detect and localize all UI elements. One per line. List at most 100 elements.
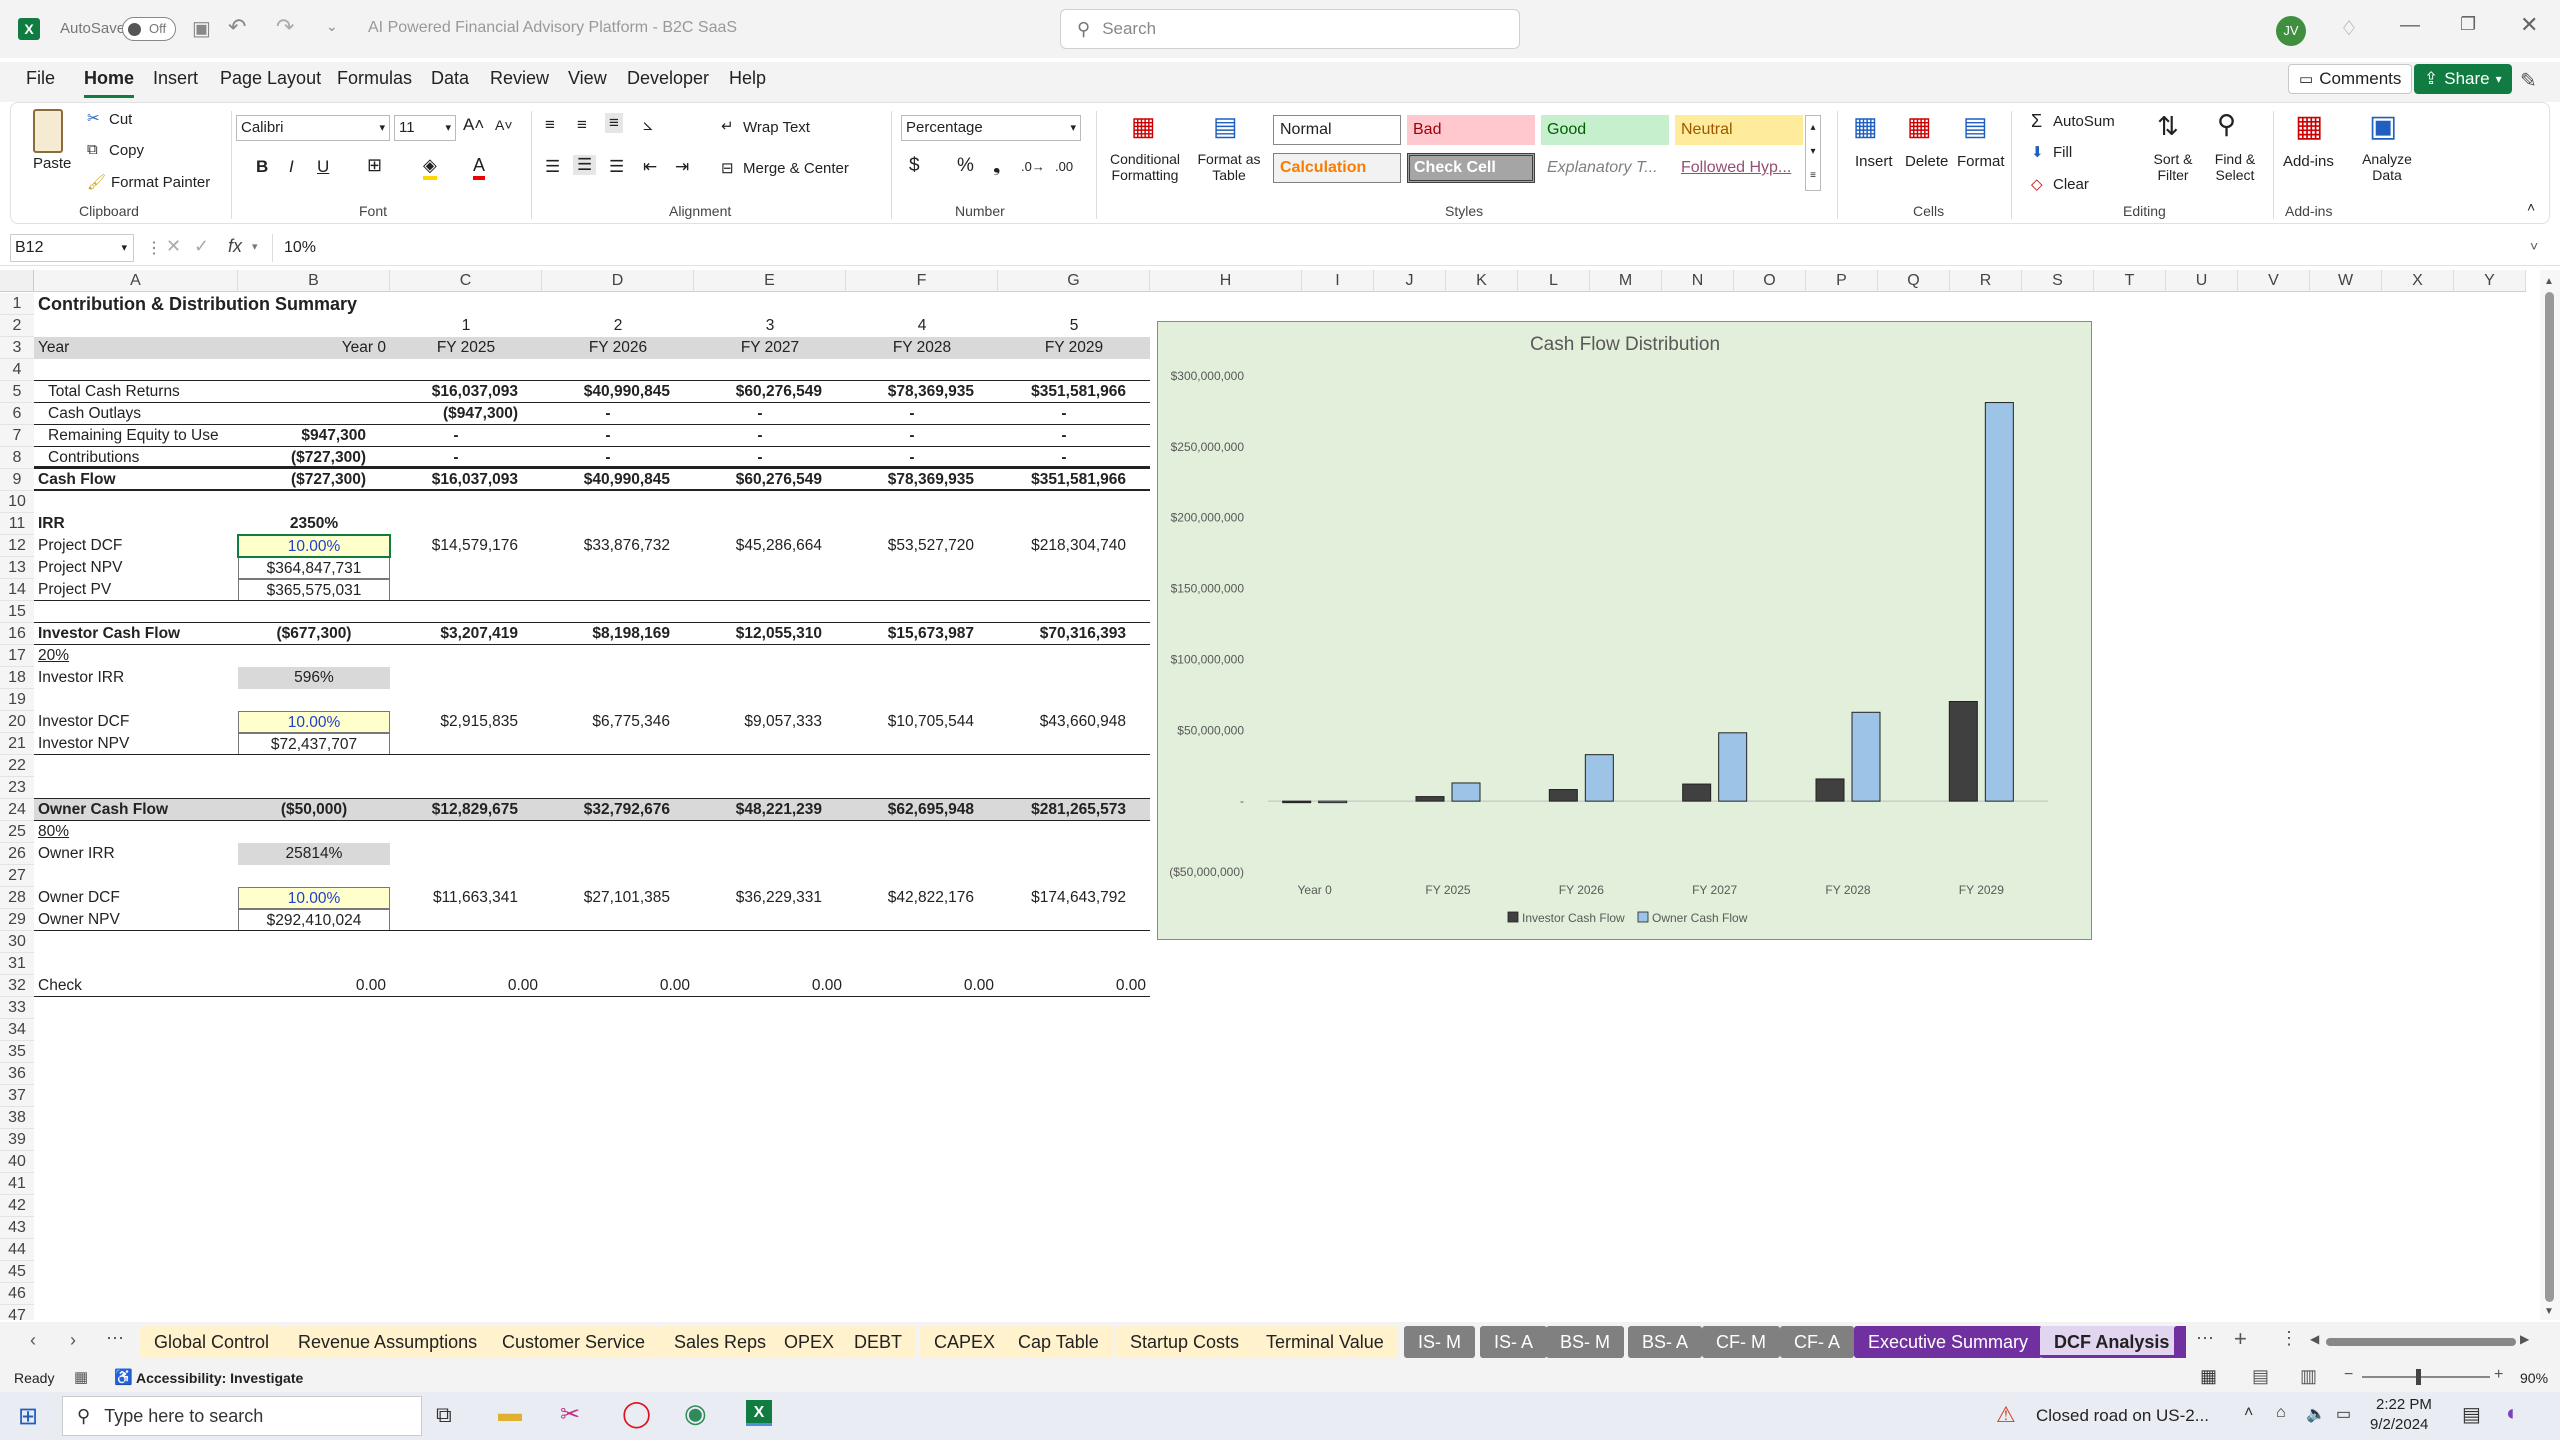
column-header-g[interactable]: G — [998, 270, 1150, 292]
cut-button[interactable]: Cut — [109, 111, 132, 128]
column-header-v[interactable]: V — [2238, 270, 2310, 292]
row-header[interactable]: 5 — [0, 381, 34, 403]
owner-cash-flow-value[interactable]: $12,829,675 — [390, 799, 542, 821]
column-header-i[interactable]: I — [1302, 270, 1374, 292]
analyze-data-button[interactable]: Analyze Data — [2355, 151, 2419, 183]
row-header[interactable]: 25 — [0, 821, 34, 843]
lightbulb-icon[interactable]: ♢ — [2340, 16, 2358, 41]
style-explanatory[interactable]: Explanatory T... — [1541, 153, 1669, 183]
sheet-tab-revenue-assumptions[interactable]: Revenue Assumptions — [284, 1326, 492, 1358]
project-dcf-label[interactable]: Project DCF — [34, 535, 238, 557]
minimize-icon[interactable]: — — [2400, 14, 2420, 37]
cash-flow-value[interactable]: $16,037,093 — [390, 469, 542, 491]
owner-dcf-value[interactable]: $174,643,792 — [998, 887, 1150, 909]
owner-cash-flow-label[interactable]: Owner Cash Flow — [34, 799, 238, 821]
undo-icon[interactable]: ↶ — [228, 14, 246, 40]
row-header[interactable]: 9 — [0, 469, 34, 491]
owner-cash-flow-value[interactable]: $281,265,573 — [998, 799, 1150, 821]
check-value[interactable]: 0.00 — [694, 975, 846, 997]
close-icon[interactable]: ✕ — [2520, 12, 2538, 38]
project-npv-label[interactable]: Project NPV — [34, 557, 238, 579]
project-dcf-value[interactable]: $53,527,720 — [846, 535, 998, 557]
analyze-data-icon[interactable]: ▣ — [2369, 109, 2397, 144]
row-header[interactable]: 28 — [0, 887, 34, 909]
row-header[interactable]: 37 — [0, 1085, 34, 1107]
clear-icon[interactable]: ◇ — [2031, 175, 2043, 193]
chrome-icon[interactable]: ◉ — [684, 1398, 707, 1429]
chevron-down-icon[interactable]: ▾ — [252, 240, 258, 253]
fill-button[interactable]: Fill — [2053, 144, 2072, 161]
page-break-view-icon[interactable]: ▥ — [2300, 1366, 2317, 1387]
page-layout-view-icon[interactable]: ▤ — [2252, 1366, 2269, 1387]
sheet-tab-sales-reps[interactable]: Sales Reps — [660, 1326, 781, 1358]
search-box[interactable]: ⚲ Search — [1060, 9, 1520, 49]
notifications-icon[interactable]: ▤ — [2462, 1402, 2481, 1427]
align-bottom-icon[interactable]: ≡ — [605, 113, 623, 133]
row-header[interactable]: 44 — [0, 1239, 34, 1261]
sort-filter-button[interactable]: Sort & Filter — [2141, 151, 2205, 183]
grow-font-icon[interactable]: A˄ — [463, 115, 484, 135]
row-header[interactable]: 15 — [0, 601, 34, 623]
sheet-tab-is-a[interactable]: IS- A — [1480, 1326, 1548, 1358]
row-header[interactable]: 8 — [0, 447, 34, 469]
increase-indent-icon[interactable]: ⇥ — [675, 157, 689, 177]
italic-button[interactable]: I — [289, 157, 294, 177]
sheet-tab-bs-a[interactable]: BS- A — [1628, 1326, 1703, 1358]
paste-button[interactable]: Paste — [33, 155, 71, 172]
column-header-u[interactable]: U — [2166, 270, 2238, 292]
orientation-icon[interactable]: ⦣ — [643, 115, 653, 135]
column-header-x[interactable]: X — [2382, 270, 2454, 292]
decrease-indent-icon[interactable]: ⇤ — [643, 157, 657, 177]
wrap-text-button[interactable]: Wrap Text — [743, 119, 810, 136]
owner-cash-flow-value[interactable]: $32,792,676 — [542, 799, 694, 821]
sheet-tab-capex[interactable]: CAPEX — [920, 1326, 1010, 1358]
row-header[interactable]: 45 — [0, 1261, 34, 1283]
sheet-tab-startup-costs[interactable]: Startup Costs — [1116, 1326, 1254, 1358]
project-dcf-value[interactable]: $14,579,176 — [390, 535, 542, 557]
clear-button[interactable]: Clear — [2053, 176, 2089, 193]
column-header-w[interactable]: W — [2310, 270, 2382, 292]
align-center-icon[interactable]: ☰ — [573, 155, 597, 175]
zoom-out-icon[interactable]: − — [2344, 1366, 2353, 1384]
row-header[interactable]: 23 — [0, 777, 34, 799]
project-dcf-value[interactable]: $218,304,740 — [998, 535, 1150, 557]
styles-scroll[interactable]: ▴ ▾ ≡ — [1805, 115, 1821, 191]
cash-outlays-value[interactable]: ($947,300) — [390, 403, 542, 425]
column-header-p[interactable]: P — [1806, 270, 1878, 292]
cut-icon[interactable]: ✂ — [87, 109, 100, 127]
font-color-icon[interactable]: A — [473, 155, 486, 180]
style-neutral[interactable]: Neutral — [1675, 115, 1803, 145]
row-header[interactable]: 38 — [0, 1107, 34, 1129]
total-cash-returns-value[interactable]: $40,990,845 — [542, 381, 694, 403]
worksheet-grid[interactable]: ABCDEFGHIJKLMNOPQRSTUVWXY 1 2 3 4 5 6 7 8 9 10 11 1… — [0, 270, 2560, 1320]
cash-outlays-value[interactable]: - — [694, 403, 846, 425]
investor-dcf-value[interactable]: $6,775,346 — [542, 711, 694, 733]
taskbar-time[interactable]: 2:22 PM — [2376, 1396, 2432, 1413]
cash-flow-value[interactable]: $40,990,845 — [542, 469, 694, 491]
year-header[interactable]: FY 2028 — [846, 337, 998, 359]
column-header-b[interactable]: B — [238, 270, 390, 292]
insert-function-button[interactable]: fx — [228, 236, 242, 257]
menu-help[interactable]: Help — [729, 62, 766, 95]
sheet-options-icon[interactable]: ⋮ — [2280, 1328, 2298, 1349]
copy-icon[interactable]: ⧉ — [87, 141, 98, 158]
comments-button[interactable]: ▭ Comments — [2288, 64, 2413, 94]
align-middle-icon[interactable]: ≡ — [577, 115, 587, 135]
investor-dcf-value[interactable]: $10,705,544 — [846, 711, 998, 733]
investor-cash-flow-value[interactable]: $70,316,393 — [998, 623, 1150, 645]
cash-flow-value[interactable]: $78,369,935 — [846, 469, 998, 491]
check-label[interactable]: Check — [34, 975, 238, 997]
traffic-alert-icon[interactable]: ⚠ — [1996, 1402, 2016, 1428]
windows-start-icon[interactable]: ⊞ — [18, 1402, 38, 1431]
investor-irr-value[interactable]: 596% — [238, 667, 390, 689]
vertical-scrollbar[interactable]: ▲ ▼ — [2540, 270, 2560, 1320]
name-box[interactable]: B12 ▾ — [10, 234, 134, 262]
check-value[interactable]: 0.00 — [998, 975, 1150, 997]
format-cells-button[interactable]: Format — [1957, 153, 2005, 170]
row-header[interactable]: 3 — [0, 337, 34, 359]
conditional-formatting-icon[interactable]: ▦ — [1131, 111, 1156, 142]
column-header-t[interactable]: T — [2094, 270, 2166, 292]
owner-cash-flow-value[interactable]: $48,221,239 — [694, 799, 846, 821]
autosum-icon[interactable]: Σ — [2031, 111, 2042, 132]
style-check-cell[interactable]: Check Cell — [1407, 153, 1535, 183]
